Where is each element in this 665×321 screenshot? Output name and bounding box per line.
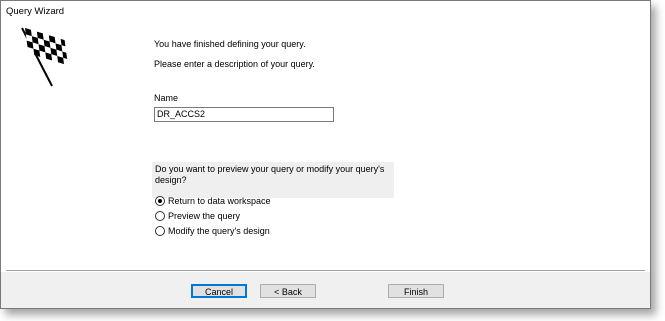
cancel-button[interactable]: Cancel (191, 284, 247, 298)
window-title: Query Wizard (6, 6, 65, 17)
radio-label: Modify the query's design (168, 226, 270, 236)
preview-question-text: Do you want to preview your query or mod… (155, 164, 385, 185)
radio-return-to-workspace[interactable]: Return to data workspace (155, 195, 271, 207)
radio-button[interactable] (155, 226, 165, 236)
intro-description-text: Please enter a description of your query… (154, 59, 315, 69)
wizard-content: You have finished defining your query. P… (1, 23, 650, 269)
title-bar: Query Wizard (1, 1, 650, 22)
back-button[interactable]: < Back (260, 284, 316, 298)
checkered-flag-icon (21, 27, 68, 87)
button-bar: Cancel < Back Finish (1, 272, 650, 308)
radio-label: Return to data workspace (168, 196, 271, 206)
preview-question-panel: Do you want to preview your query or mod… (152, 162, 394, 198)
radio-modify-design[interactable]: Modify the query's design (155, 225, 270, 237)
intro-finished-text: You have finished defining your query. (154, 39, 306, 49)
name-label: Name (154, 93, 179, 103)
query-wizard-window: Query Wizard You have finished defining … (0, 0, 651, 309)
radio-button[interactable] (155, 211, 165, 221)
name-input[interactable] (154, 107, 334, 122)
radio-button-checked[interactable] (155, 196, 165, 206)
finish-button[interactable]: Finish (388, 284, 444, 298)
radio-label: Preview the query (168, 211, 241, 221)
radio-preview-query[interactable]: Preview the query (155, 210, 240, 222)
